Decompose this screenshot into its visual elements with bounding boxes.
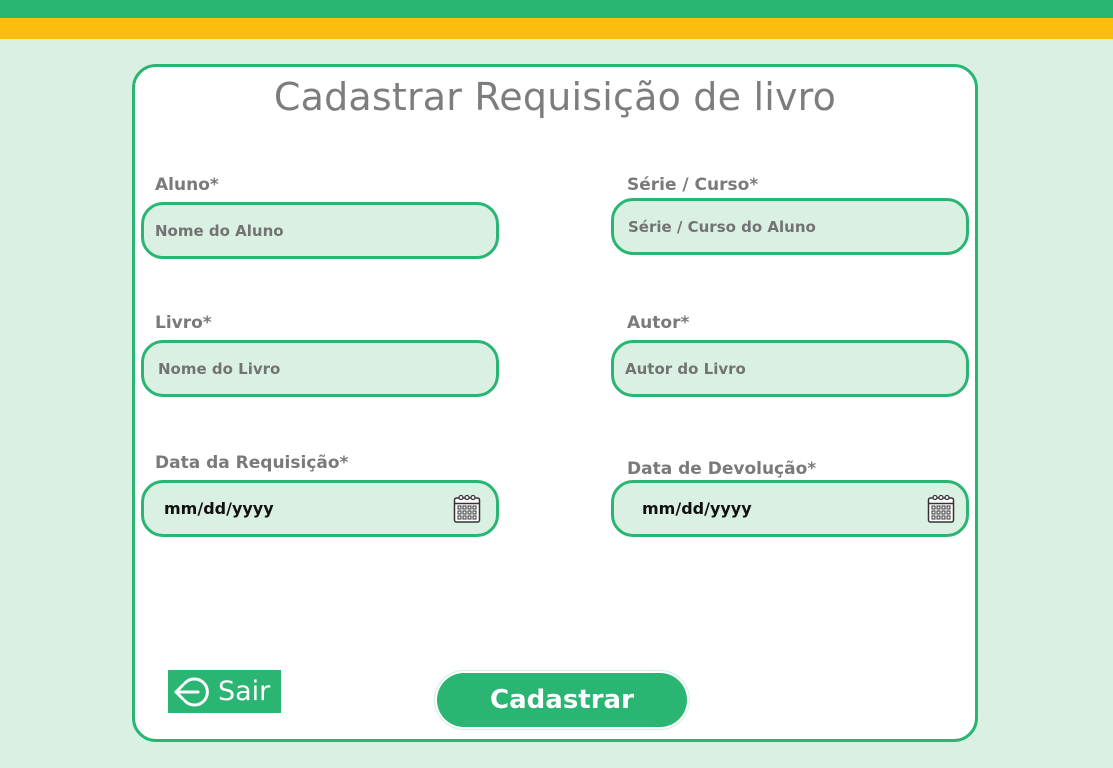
livro-placeholder: Nome do Livro: [158, 359, 281, 378]
data-requisicao-value: mm/dd/yyyy: [164, 499, 274, 518]
cadastrar-button[interactable]: Cadastrar: [437, 673, 687, 727]
page-title: Cadastrar Requisição de livro: [273, 75, 837, 119]
data-devolucao-label: Data de Devolução*: [627, 459, 817, 479]
livro-label: Livro*: [155, 313, 212, 333]
form-card: Cadastrar Requisição de livro: [132, 64, 978, 742]
autor-label: Autor*: [627, 313, 690, 333]
autor-input[interactable]: Autor do Livro: [611, 340, 969, 397]
data-requisicao-label: Data da Requisição*: [155, 453, 349, 473]
aluno-placeholder: Nome do Aluno: [155, 221, 284, 240]
livro-input[interactable]: Nome do Livro: [141, 340, 499, 397]
cadastrar-label: Cadastrar: [490, 685, 634, 715]
data-requisicao-input[interactable]: mm/dd/yyyy: [141, 480, 499, 537]
logout-arrow-icon: [174, 677, 209, 706]
header-green-stripe: [0, 0, 1113, 18]
header-yellow-stripe: [0, 18, 1113, 39]
sair-button[interactable]: Sair: [168, 670, 281, 713]
aluno-input[interactable]: Nome do Aluno: [141, 202, 499, 259]
serie-curso-input[interactable]: Série / Curso do Aluno: [611, 198, 969, 255]
sair-label: Sair: [218, 676, 271, 707]
calendar-icon[interactable]: [927, 494, 955, 524]
serie-curso-label: Série / Curso*: [627, 175, 759, 195]
data-devolucao-input[interactable]: mm/dd/yyyy: [611, 480, 969, 537]
calendar-icon[interactable]: [453, 494, 481, 524]
autor-placeholder: Autor do Livro: [625, 359, 746, 378]
data-devolucao-value: mm/dd/yyyy: [642, 499, 752, 518]
aluno-label: Aluno*: [155, 175, 219, 195]
serie-curso-placeholder: Série / Curso do Aluno: [628, 217, 816, 236]
